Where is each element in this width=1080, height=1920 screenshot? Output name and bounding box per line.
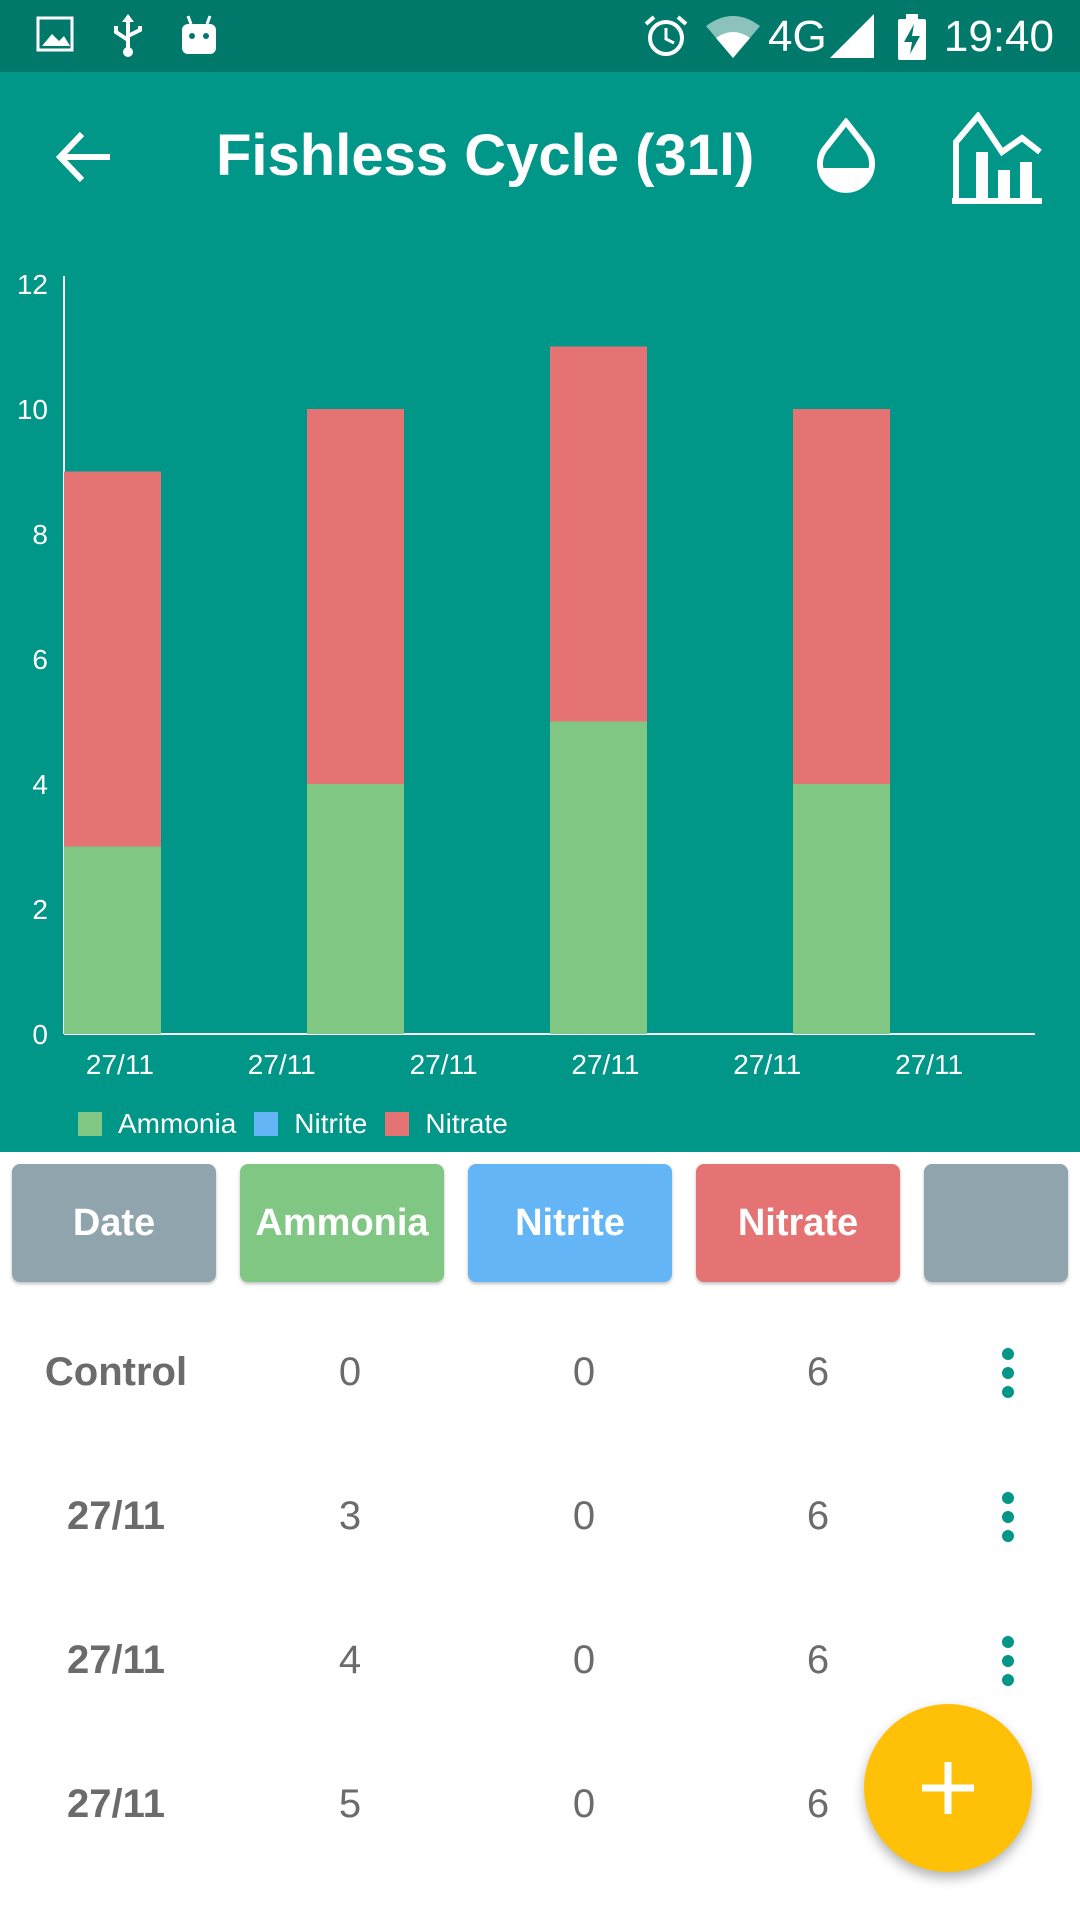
chart-legend: Ammonia Nitrite Nitrate xyxy=(78,1104,526,1144)
row-date: 27/11 xyxy=(67,1638,165,1682)
legend-item-ammonia: Ammonia xyxy=(78,1108,236,1140)
usb-icon xyxy=(114,14,142,57)
y-tick-label: 10 xyxy=(17,394,48,425)
row-ammonia: 4 xyxy=(338,1638,362,1682)
row-ammonia: 3 xyxy=(338,1494,362,1538)
legend-swatch-nitrate xyxy=(385,1112,410,1136)
x-tick-label: 27/11 xyxy=(410,1049,478,1080)
more-vert-icon[interactable] xyxy=(990,1348,1026,1398)
x-tick-label: 27/11 xyxy=(571,1049,639,1080)
bar-nitrate-2 xyxy=(550,346,647,722)
wifi-icon xyxy=(706,16,760,58)
header-extra-button[interactable] xyxy=(924,1164,1068,1282)
header-date-button[interactable]: Date xyxy=(12,1164,216,1282)
more-vert-icon[interactable] xyxy=(990,1492,1026,1542)
legend-item-nitrite: Nitrite xyxy=(254,1108,367,1140)
android-icon xyxy=(182,15,216,54)
more-vert-icon[interactable] xyxy=(990,1636,1026,1686)
battery-charging-icon xyxy=(898,14,926,60)
row-nitrite: 0 xyxy=(572,1494,596,1538)
row-nitrite: 0 xyxy=(572,1350,596,1394)
y-tick-label: 12 xyxy=(17,269,48,300)
bar-nitrate-3 xyxy=(793,409,890,784)
row-nitrate: 6 xyxy=(806,1494,830,1538)
y-tick-label: 8 xyxy=(32,519,48,550)
y-tick-label: 2 xyxy=(32,894,48,925)
water-drop-icon[interactable] xyxy=(810,118,882,198)
x-tick-label: 27/11 xyxy=(895,1049,963,1080)
app-bar: Fishless Cycle (31l) xyxy=(0,72,1080,242)
table-row[interactable]: Control 0 0 6 xyxy=(0,1300,1080,1444)
table-header: Date Ammonia Nitrite Nitrate xyxy=(0,1152,1080,1292)
row-date: Control xyxy=(44,1350,188,1394)
row-ammonia: 5 xyxy=(338,1782,362,1826)
image-icon xyxy=(36,16,74,52)
add-reading-fab[interactable] xyxy=(864,1704,1032,1872)
y-tick-label: 4 xyxy=(32,769,48,800)
x-tick-label: 27/11 xyxy=(733,1049,801,1080)
stacked-bar-chart: 0 2 4 6 8 10 12 27/11 27/11 27/11 27/11 27/11 27/11 xyxy=(17,269,1035,1080)
arrow-back-icon[interactable] xyxy=(52,124,118,190)
legend-label-nitrite: Nitrite xyxy=(294,1108,368,1139)
y-tick-label: 6 xyxy=(32,644,48,675)
legend-label-nitrate: Nitrate xyxy=(425,1108,508,1139)
header-nitrate-button[interactable]: Nitrate xyxy=(696,1164,900,1282)
row-date: 27/11 xyxy=(67,1782,165,1826)
bar-ammonia-2 xyxy=(550,721,647,1034)
table-row[interactable]: 27/11 3 0 6 xyxy=(0,1444,1080,1588)
row-date: 27/11 xyxy=(67,1494,165,1538)
page-title: Fishless Cycle (31l) xyxy=(216,123,755,188)
header-ammonia-button[interactable]: Ammonia xyxy=(240,1164,444,1282)
y-tick-label: 0 xyxy=(32,1019,48,1050)
status-time: 19:40 xyxy=(943,12,1054,61)
bar-nitrate-0 xyxy=(64,471,161,847)
chart-icon[interactable] xyxy=(952,112,1042,204)
row-nitrate: 6 xyxy=(806,1638,830,1682)
x-tick-label: 27/11 xyxy=(248,1049,316,1080)
bar-ammonia-3 xyxy=(793,784,890,1034)
legend-swatch-nitrite xyxy=(254,1112,279,1136)
signal-icon xyxy=(830,14,874,58)
legend-item-nitrate: Nitrate xyxy=(385,1108,508,1140)
bar-nitrate-1 xyxy=(307,409,404,784)
row-nitrite: 0 xyxy=(572,1782,596,1826)
row-nitrate: 6 xyxy=(806,1350,830,1394)
legend-swatch-ammonia xyxy=(78,1112,102,1136)
chart-panel: 0 2 4 6 8 10 12 27/11 27/11 27/11 27/11 27/11 27/11 … xyxy=(0,242,1080,1152)
network-type-label: 4G xyxy=(768,12,827,61)
alarm-icon xyxy=(644,15,688,56)
bar-ammonia-0 xyxy=(64,846,161,1034)
x-tick-label: 27/11 xyxy=(86,1049,154,1080)
status-bar: 4G 19:40 xyxy=(0,0,1080,72)
add-icon xyxy=(922,1762,974,1814)
legend-label-ammonia: Ammonia xyxy=(118,1108,237,1139)
row-nitrite: 0 xyxy=(572,1638,596,1682)
row-ammonia: 0 xyxy=(338,1350,362,1394)
bar-ammonia-1 xyxy=(307,784,404,1034)
header-nitrite-button[interactable]: Nitrite xyxy=(468,1164,672,1282)
